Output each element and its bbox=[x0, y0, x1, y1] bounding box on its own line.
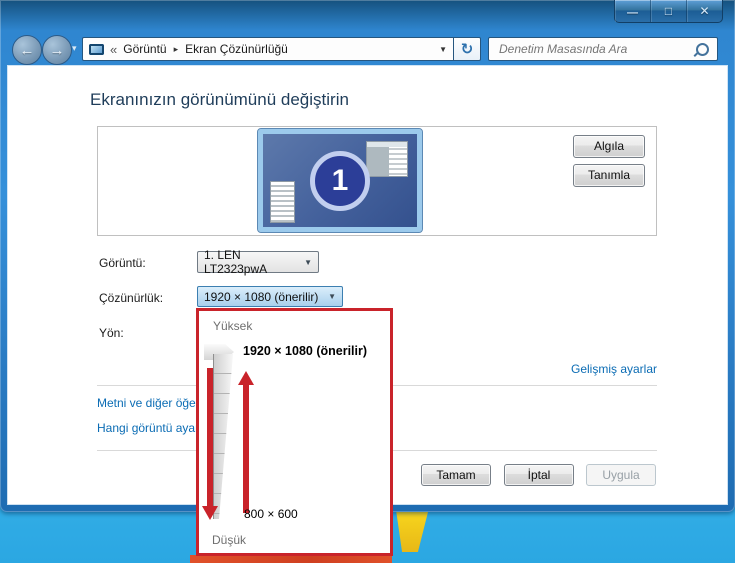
resolution-dropdown-value: 1920 × 1080 (önerilir) bbox=[204, 290, 318, 304]
chevron-down-icon: ▼ bbox=[296, 258, 312, 267]
search-icon[interactable] bbox=[696, 43, 709, 56]
desktop: — □ ✕ ← → ▾ « Görüntü ▸ bbox=[0, 0, 735, 563]
annotation-arrow-down-icon bbox=[202, 368, 218, 520]
breadcrumb-item-display[interactable]: Görüntü bbox=[123, 42, 166, 56]
address-dropdown-icon[interactable]: ▼ bbox=[431, 45, 447, 54]
navigation-bar: ← → ▾ « Görüntü ▸ Ekran Çözünürlüğü ▼ ↻ bbox=[0, 30, 735, 66]
refresh-button[interactable]: ↻ bbox=[454, 37, 481, 61]
resolution-label: Çözünürlük: bbox=[99, 291, 163, 305]
display-dropdown[interactable]: 1. LEN LT2323pwA ▼ bbox=[197, 251, 319, 273]
search-input[interactable] bbox=[497, 41, 690, 57]
text-size-link[interactable]: Metni ve diğer öğel bbox=[97, 396, 198, 410]
minimize-button[interactable]: — bbox=[615, 0, 651, 22]
apply-button[interactable]: Uygula bbox=[586, 464, 656, 486]
search-box[interactable] bbox=[488, 37, 718, 61]
cancel-button[interactable]: İptal bbox=[504, 464, 574, 486]
identify-button[interactable]: Tanımla bbox=[573, 164, 645, 187]
high-label: Yüksek bbox=[213, 319, 252, 333]
breadcrumb-separator-icon[interactable]: ▸ bbox=[174, 44, 179, 55]
low-resolution-label: 800 × 600 bbox=[244, 507, 298, 521]
monitor-number-badge: 1 bbox=[310, 151, 370, 211]
window-thumbnail bbox=[366, 141, 408, 177]
wallpaper-orange-shape bbox=[190, 555, 392, 563]
resolution-slider-popup-annotated: Yüksek 1920 × 1080 (önerilir) 800 × 600 … bbox=[196, 308, 393, 556]
back-button[interactable]: ← bbox=[12, 35, 42, 65]
low-label: Düşük bbox=[212, 533, 246, 547]
monitor-number: 1 bbox=[332, 164, 349, 198]
minimize-icon: — bbox=[627, 7, 638, 19]
close-icon: ✕ bbox=[699, 4, 709, 18]
breadcrumb-item-screen-resolution[interactable]: Ekran Çözünürlüğü bbox=[185, 42, 288, 56]
maximize-icon: □ bbox=[665, 4, 672, 18]
annotation-arrow-up-icon bbox=[238, 371, 254, 513]
monitor-preview-panel: 1 Algıla Tanımla bbox=[97, 126, 657, 236]
maximize-button[interactable]: □ bbox=[651, 0, 687, 22]
which-settings-link[interactable]: Hangi görüntü ayar bbox=[97, 421, 199, 435]
breadcrumb[interactable]: « Görüntü ▸ Ekran Çözünürlüğü ▼ bbox=[82, 37, 454, 61]
breadcrumb-collapse-icon[interactable]: « bbox=[110, 42, 117, 57]
history-dropdown[interactable]: ▾ bbox=[72, 43, 77, 54]
detect-button[interactable]: Algıla bbox=[573, 135, 645, 158]
display-dropdown-value: 1. LEN LT2323pwA bbox=[204, 248, 296, 276]
refresh-icon: ↻ bbox=[461, 40, 474, 58]
forward-icon: → bbox=[50, 42, 65, 59]
orientation-label: Yön: bbox=[99, 326, 124, 340]
display-settings-icon bbox=[89, 44, 104, 55]
back-icon: ← bbox=[20, 42, 35, 59]
resolution-dropdown[interactable]: 1920 × 1080 (önerilir) ▼ bbox=[197, 286, 343, 307]
forward-button[interactable]: → bbox=[42, 35, 72, 65]
ok-button[interactable]: Tamam bbox=[421, 464, 491, 486]
wallpaper-yellow-shape bbox=[392, 512, 428, 552]
advanced-settings-link[interactable]: Gelişmiş ayarlar bbox=[571, 362, 657, 376]
display-label: Görüntü: bbox=[99, 256, 146, 270]
close-button[interactable]: ✕ bbox=[687, 0, 722, 22]
caption-buttons: — □ ✕ bbox=[614, 0, 723, 23]
selected-resolution-label: 1920 × 1080 (önerilir) bbox=[243, 344, 367, 358]
page-title: Ekranınızın görünümünü değiştirin bbox=[90, 90, 349, 110]
title-bar: — □ ✕ bbox=[0, 0, 735, 30]
chevron-down-icon: ▼ bbox=[320, 292, 336, 301]
monitor-preview[interactable]: 1 bbox=[258, 129, 422, 232]
list-window-thumbnail bbox=[270, 181, 295, 223]
